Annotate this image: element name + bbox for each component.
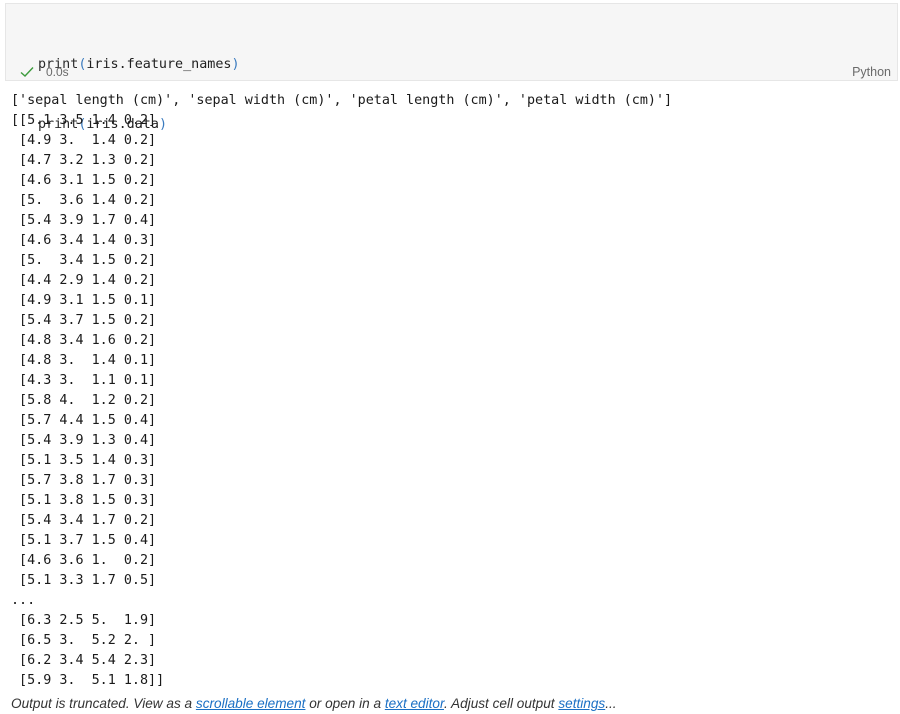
- text-editor-link[interactable]: text editor: [385, 696, 444, 711]
- output-line: [4.7 3.2 1.3 0.2]: [11, 153, 157, 168]
- output-line: [6.3 2.5 5. 1.9]: [11, 613, 157, 628]
- truncation-text: or open in a: [305, 696, 385, 711]
- output-line: [5.1 3.5 1.4 0.3]: [11, 453, 157, 468]
- settings-link[interactable]: settings: [558, 696, 605, 711]
- output-line: ...: [11, 593, 36, 608]
- cell-output: ['sepal length (cm)', 'sepal width (cm)'…: [11, 91, 672, 691]
- truncation-text: Output is truncated. View as a: [11, 696, 196, 711]
- output-line: [4.6 3.1 1.5 0.2]: [11, 173, 157, 188]
- output-line: [[5.1 3.5 1.4 0.2]: [11, 113, 157, 128]
- output-line: [6.2 3.4 5.4 2.3]: [11, 653, 157, 668]
- truncation-text: . Adjust cell output: [444, 696, 559, 711]
- truncation-notice: Output is truncated. View as a scrollabl…: [11, 696, 617, 711]
- output-line: [4.9 3.1 1.5 0.1]: [11, 293, 157, 308]
- execution-status: 0.0s: [20, 65, 69, 79]
- output-line: [4.6 3.4 1.4 0.3]: [11, 233, 157, 248]
- output-line: [5.1 3.3 1.7 0.5]: [11, 573, 157, 588]
- output-line: [5.7 3.8 1.7 0.3]: [11, 473, 157, 488]
- output-line: [4.4 2.9 1.4 0.2]: [11, 273, 157, 288]
- output-line: [5. 3.6 1.4 0.2]: [11, 193, 157, 208]
- code-token: iris.feature_names: [86, 57, 232, 72]
- output-line: [4.8 3. 1.4 0.1]: [11, 353, 157, 368]
- output-line: [5.7 4.4 1.5 0.4]: [11, 413, 157, 428]
- output-line: [5.1 3.7 1.5 0.4]: [11, 533, 157, 548]
- output-line: [5.4 3.4 1.7 0.2]: [11, 513, 157, 528]
- check-icon: [20, 67, 34, 77]
- output-line: [5.4 3.9 1.7 0.4]: [11, 213, 157, 228]
- output-line: [5.9 3. 5.1 1.8]]: [11, 673, 165, 688]
- output-line: [4.3 3. 1.1 0.1]: [11, 373, 157, 388]
- output-line: [4.8 3.4 1.6 0.2]: [11, 333, 157, 348]
- scrollable-element-link[interactable]: scrollable element: [196, 696, 306, 711]
- output-line: [5.8 4. 1.2 0.2]: [11, 393, 157, 408]
- truncation-text: ...: [605, 696, 617, 711]
- output-line: [5.1 3.8 1.5 0.3]: [11, 493, 157, 508]
- output-line: ['sepal length (cm)', 'sepal width (cm)'…: [11, 93, 673, 108]
- output-line: [4.6 3.6 1. 0.2]: [11, 553, 157, 568]
- code-token: ): [231, 57, 240, 72]
- output-line: [6.5 3. 5.2 2. ]: [11, 633, 157, 648]
- output-line: [5.4 3.9 1.3 0.4]: [11, 433, 157, 448]
- output-line: [5.4 3.7 1.5 0.2]: [11, 313, 157, 328]
- output-line: [4.9 3. 1.4 0.2]: [11, 133, 157, 148]
- cell-language-picker[interactable]: Python: [852, 65, 891, 79]
- execution-time: 0.0s: [46, 65, 69, 79]
- output-line: [5. 3.4 1.5 0.2]: [11, 253, 157, 268]
- code-cell[interactable]: print(iris.feature_names) print(iris.dat…: [5, 3, 898, 132]
